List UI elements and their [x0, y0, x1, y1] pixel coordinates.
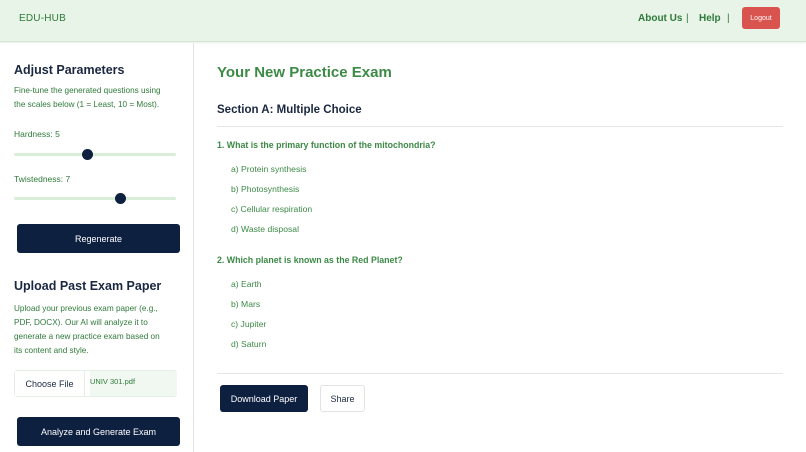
hardness-label: Hardness: 5: [14, 129, 60, 139]
share-button[interactable]: Share: [320, 385, 365, 412]
upload-description-line2: PDF, DOCX). Our AI will analyze it to: [14, 318, 148, 327]
twistedness-slider-thumb[interactable]: [114, 193, 126, 204]
question-2-option: c) Jupiter: [231, 319, 267, 329]
twistedness-slider[interactable]: [14, 193, 176, 204]
actions-divider: [217, 373, 783, 374]
question-2-option: b) Mars: [231, 299, 261, 309]
nav-about-us-link[interactable]: About Us: [638, 13, 682, 24]
upload-title: Upload Past Exam Paper: [14, 279, 162, 293]
hardness-slider-thumb[interactable]: [81, 149, 93, 160]
question-2-option: a) Earth: [231, 279, 262, 289]
twistedness-label: Twistedness: 7: [14, 174, 71, 184]
question-1-option: a) Protein synthesis: [231, 164, 307, 174]
logout-button[interactable]: Logout: [742, 7, 780, 29]
main-content: Your New Practice Exam Section A: Multip…: [195, 43, 806, 452]
section-title: Section A: Multiple Choice: [217, 104, 362, 116]
page-title: Your New Practice Exam: [217, 64, 392, 81]
top-navbar: EDU-HUB About Us | Help | Logout: [0, 0, 806, 42]
hardness-slider[interactable]: [14, 149, 176, 160]
section-divider: [217, 126, 783, 127]
upload-description-line4: its content and style.: [14, 346, 89, 355]
selected-file-name: UNIV 301.pdf: [90, 371, 177, 396]
sidebar: Adjust Parameters Fine-tune the generate…: [0, 43, 194, 452]
question-2-text: 2. Which planet is known as the Red Plan…: [217, 255, 403, 265]
upload-description-line1: Upload your previous exam paper (e.g.,: [14, 304, 158, 313]
nav-help-link[interactable]: Help: [699, 13, 721, 24]
file-input[interactable]: Choose File UNIV 301.pdf: [14, 370, 177, 397]
analyze-generate-button[interactable]: Analyze and Generate Exam: [17, 417, 180, 446]
question-1-option: d) Waste disposal: [231, 224, 299, 234]
question-1-option: b) Photosynthesis: [231, 184, 300, 194]
params-description-line1: Fine-tune the generated questions using: [14, 86, 161, 95]
nav-separator: |: [686, 13, 689, 24]
adjust-parameters-title: Adjust Parameters: [14, 63, 125, 77]
upload-description-line3: generate a new practice exam based on: [14, 332, 160, 341]
params-description-line2: the scales below (1 = Least, 10 = Most).: [14, 100, 160, 109]
download-paper-button[interactable]: Download Paper: [220, 385, 308, 412]
choose-file-button[interactable]: Choose File: [15, 371, 85, 396]
regenerate-button[interactable]: Regenerate: [17, 224, 180, 253]
nav-separator: |: [727, 13, 730, 24]
brand-logo[interactable]: EDU-HUB: [19, 13, 66, 24]
question-1-text: 1. What is the primary function of the m…: [217, 140, 436, 150]
question-1-option: c) Cellular respiration: [231, 204, 313, 214]
question-2-option: d) Saturn: [231, 339, 267, 349]
